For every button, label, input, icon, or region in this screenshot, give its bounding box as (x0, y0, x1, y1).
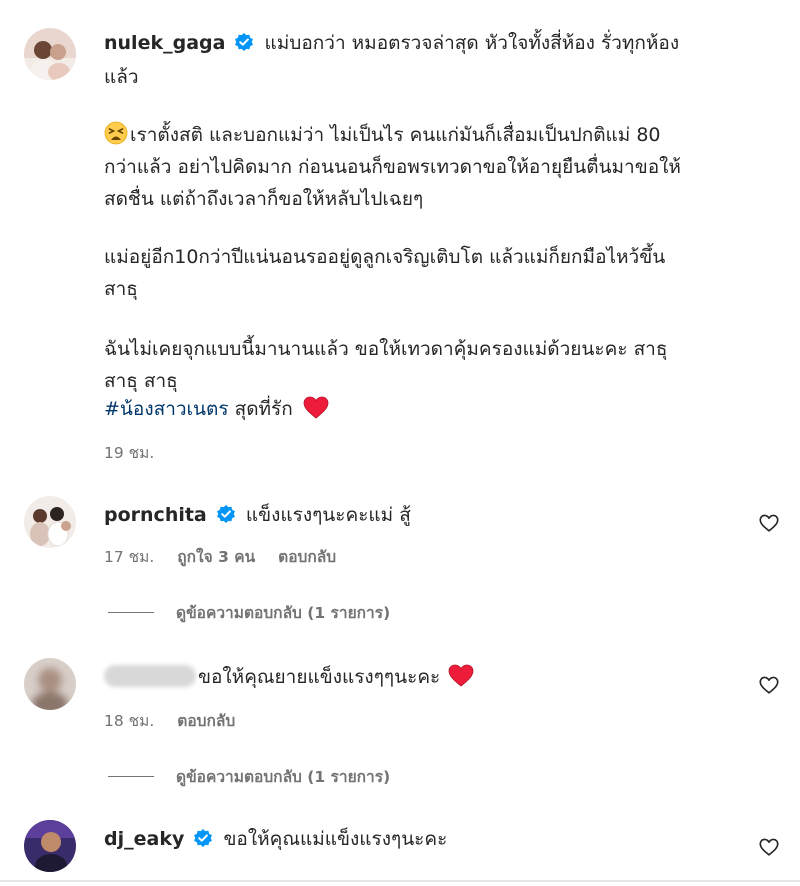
username-pornchita[interactable]: pornchita (104, 504, 207, 526)
reply-pornchita-time: 17 ชม. (104, 548, 155, 566)
red-heart-emoji-icon (303, 396, 329, 419)
avatar-dj-eaky[interactable] (24, 820, 76, 872)
reply-pornchita-likes[interactable]: ถูกใจ 3 คน (177, 548, 255, 566)
view-replies-button[interactable]: ดูข้อความตอบกลับ (1 รายการ) (108, 600, 390, 625)
main-comment-text-4: กว่าแล้ว อย่าไปคิดมาก ก่อนนอนก็ขอพรเทวดา… (104, 156, 681, 178)
main-comment-line-1: nulek_gaga แม่บอกว่า หมอตรวจล่าสุด หัวใจ… (104, 28, 679, 59)
reply-dj-eaky-line: dj_eaky ขอให้คุณแม่แข็งแรงๆนะคะ (104, 824, 447, 855)
view-replies-button[interactable]: ดูข้อความตอบกลับ (1 รายการ) (108, 764, 390, 789)
main-comment-meta: 19 ชม. (104, 440, 172, 465)
main-comment-hashtag-line: #น้องสาวเนตร สุดที่รัก (104, 394, 329, 425)
like-heart-icon[interactable] (758, 674, 780, 696)
tired-face-emoji-icon (104, 121, 128, 145)
divider-dash (108, 612, 154, 613)
avatar-blurred[interactable] (24, 658, 76, 710)
avatar-pornchita[interactable] (24, 496, 76, 548)
reply-blurred-line: ขอให้คุณยายแข็งแรงๆๆนะคะ (104, 662, 474, 693)
like-heart-icon[interactable] (758, 512, 780, 534)
main-comment-text-7: สาธุ (104, 278, 138, 300)
view-replies-label: ดูข้อความตอบกลับ (1 รายการ) (176, 604, 391, 622)
reply-dj-eaky-text: ขอให้คุณแม่แข็งแรงๆนะคะ (223, 828, 448, 850)
verified-badge-icon (194, 829, 213, 847)
hashtag-link[interactable]: #น้องสาวเนตร (104, 398, 229, 420)
main-comment-text-3: เราตั้งสติ และบอกแม่ว่า ไม่เป็นไร คนแก่ม… (130, 124, 661, 146)
main-comment-text-6: แม่อยู่อีก10กว่าปีแน่นอนรออยู่ดูลูกเจริญ… (104, 246, 666, 268)
username-dj-eaky[interactable]: dj_eaky (104, 828, 184, 850)
reply-blurred-text: ขอให้คุณยายแข็งแรงๆๆนะคะ (198, 666, 441, 688)
main-comment-text-9: สาธุ สาธุ (104, 370, 178, 392)
reply-pornchita-meta: 17 ชม. ถูกใจ 3 คน ตอบกลับ (104, 544, 354, 569)
reply-blurred-meta: 18 ชม. ตอบกลับ (104, 708, 253, 733)
divider-dash (108, 776, 154, 777)
reply-pornchita-reply-button[interactable]: ตอบกลับ (278, 548, 336, 566)
red-heart-emoji-icon (448, 664, 474, 687)
main-comment-text-1: แม่บอกว่า หมอตรวจล่าสุด หัวใจทั้งสี่ห้อง… (264, 32, 680, 54)
username-nulek-gaga[interactable]: nulek_gaga (104, 32, 225, 54)
reply-blurred-time: 18 ชม. (104, 712, 155, 730)
verified-badge-icon (216, 505, 235, 523)
main-comment-text-2: แล้ว (104, 66, 139, 88)
main-comment-line-3: เราตั้งสติ และบอกแม่ว่า ไม่เป็นไร คนแก่ม… (104, 120, 661, 151)
bottom-divider (0, 880, 800, 882)
like-heart-icon[interactable] (758, 836, 780, 858)
main-comment-time: 19 ชม. (104, 444, 155, 462)
blurred-username[interactable] (104, 665, 196, 687)
main-comment-text-8: ฉันไม่เคยจุกแบบนี้มานานแล้ว ขอให้เทวดาคุ… (104, 338, 668, 360)
reply-pornchita-line: pornchita แข็งแรงๆนะคะแม่ สู้ (104, 500, 411, 531)
main-comment-text-5: สดชื่น แต่ถ้าถึงเวลาก็ขอให้หลับไปเฉยๆ (104, 188, 424, 210)
avatar-nulek-gaga[interactable] (24, 28, 76, 80)
verified-badge-icon (235, 33, 254, 51)
reply-blurred-reply-button[interactable]: ตอบกลับ (177, 712, 235, 730)
view-replies-label: ดูข้อความตอบกลับ (1 รายการ) (176, 768, 391, 786)
reply-pornchita-text: แข็งแรงๆนะคะแม่ สู้ (245, 504, 411, 526)
hashtag-suffix-text: สุดที่รัก (228, 398, 293, 420)
